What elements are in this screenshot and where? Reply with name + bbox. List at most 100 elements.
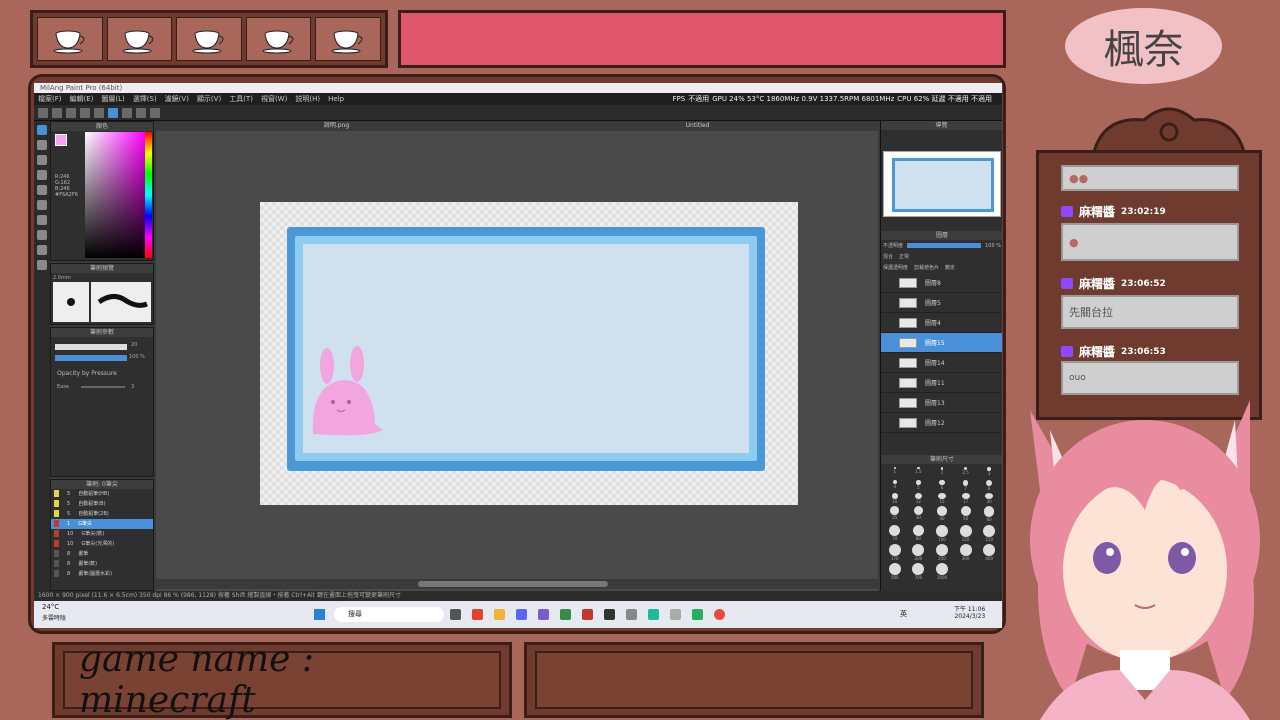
brush-size-option[interactable]: 250 xyxy=(931,544,953,561)
paint-app-icon[interactable] xyxy=(714,609,725,620)
brush-size-option[interactable]: 17 xyxy=(955,493,977,504)
brush-size-option[interactable]: 30 xyxy=(908,506,930,523)
fill-tool-icon[interactable] xyxy=(37,200,47,210)
taskbar-search[interactable]: 搜尋 xyxy=(334,607,444,622)
scroll-thumb[interactable] xyxy=(418,581,608,587)
brush-size-option[interactable]: 8 xyxy=(978,480,1000,491)
menu-item[interactable]: 編輯(E) xyxy=(70,93,94,105)
layer-row[interactable]: 圖層5 xyxy=(881,293,1002,313)
clock[interactable]: 下午 11:06 2024/3/23 xyxy=(954,604,985,620)
brush-size-option[interactable]: 2.5 xyxy=(955,467,977,478)
brush-item[interactable]: 5 自動鉛筆(HB) xyxy=(51,489,153,499)
task-view-icon[interactable] xyxy=(450,609,461,620)
brush-size-option[interactable]: 7 xyxy=(955,480,977,491)
app-icon[interactable] xyxy=(560,609,571,620)
app-icon[interactable] xyxy=(648,609,659,620)
hand-tool-icon[interactable] xyxy=(37,245,47,255)
terminal-icon[interactable] xyxy=(604,609,615,620)
navigator-preview[interactable] xyxy=(883,151,1001,217)
app-icon[interactable] xyxy=(626,609,637,620)
pen-tool-icon[interactable] xyxy=(37,125,47,135)
brush-size-option[interactable]: 70 xyxy=(884,525,906,542)
brush-size-option[interactable]: 20 xyxy=(978,493,1000,504)
discord-icon[interactable] xyxy=(516,609,527,620)
move-tool-icon[interactable] xyxy=(37,185,47,195)
brush-size-option[interactable]: 15 xyxy=(931,493,953,504)
brush-size-option[interactable]: 500 xyxy=(884,563,906,580)
folder-icon[interactable] xyxy=(494,609,505,620)
brush-size-option[interactable]: 200 xyxy=(908,544,930,561)
tab-untitled[interactable]: Untitled xyxy=(517,121,878,131)
brush-size-option[interactable]: 100 xyxy=(931,525,953,542)
gradient-tool-icon[interactable] xyxy=(37,215,47,225)
size-slider[interactable] xyxy=(55,344,127,350)
brush-size-option[interactable]: 300 xyxy=(955,544,977,561)
brush-item[interactable]: 8 畫筆(圖層水彩) xyxy=(51,569,153,579)
layer-row[interactable]: 圖層14 xyxy=(881,353,1002,373)
lock-checkbox[interactable]: 鎖定 xyxy=(945,264,955,271)
menu-item[interactable]: Help xyxy=(328,93,344,105)
brush-item[interactable]: 5 自動鉛筆(2B) xyxy=(51,509,153,519)
menu-item[interactable]: 視窗(W) xyxy=(261,93,287,105)
menu-item[interactable]: 選擇(S) xyxy=(133,93,157,105)
horizontal-scrollbar[interactable] xyxy=(156,579,878,589)
brush-size-option[interactable]: 3 xyxy=(978,467,1000,478)
protect-alpha-checkbox[interactable]: 保護透明度 xyxy=(883,264,908,271)
menu-item[interactable]: 顯示(V) xyxy=(197,93,221,105)
clipping-checkbox[interactable]: 剪裁遮色片 xyxy=(914,264,939,271)
layer-row[interactable]: 圖層4 xyxy=(881,313,1002,333)
primary-color-swatch[interactable] xyxy=(55,134,67,146)
app-icon[interactable] xyxy=(670,609,681,620)
redo-icon[interactable] xyxy=(94,107,104,118)
brush-size-option[interactable]: 2 xyxy=(931,467,953,478)
select-tool-icon[interactable] xyxy=(108,107,118,118)
brush-item[interactable]: 1 G筆尖 xyxy=(51,519,153,529)
layer-opacity-slider[interactable] xyxy=(907,243,982,248)
canvas-area[interactable]: 說明.png Untitled xyxy=(156,121,878,591)
canvas-paper[interactable] xyxy=(260,202,798,505)
menu-item[interactable]: 檔案(F) xyxy=(38,93,62,105)
start-icon[interactable] xyxy=(314,609,325,620)
blend-select[interactable]: 正常 xyxy=(899,253,909,260)
menu-item[interactable]: 説明(H) xyxy=(295,93,320,105)
layer-row[interactable]: 圖層12 xyxy=(881,413,1002,433)
brush-size-option[interactable]: 1.5 xyxy=(908,467,930,478)
settings-icon[interactable] xyxy=(150,107,160,118)
brush-size-option[interactable]: 40 xyxy=(931,506,953,523)
layer-row[interactable]: 圖層13 xyxy=(881,393,1002,413)
layer-row[interactable]: 圖層15 xyxy=(881,333,1002,353)
brush-size-option[interactable]: 80 xyxy=(908,525,930,542)
brush-size-option[interactable]: 50 xyxy=(955,506,977,523)
menu-item[interactable]: 工具(T) xyxy=(229,93,253,105)
vs-icon[interactable] xyxy=(538,609,549,620)
brush-size-option[interactable]: 170 xyxy=(884,544,906,561)
layer-row[interactable]: 圖層11 xyxy=(881,373,1002,393)
brush-size-option[interactable]: 10 xyxy=(884,493,906,504)
eyedropper-tool-icon[interactable] xyxy=(37,260,47,270)
tab-document[interactable]: 說明.png xyxy=(156,121,517,131)
brush-item[interactable]: 5 自動鉛筆(B) xyxy=(51,499,153,509)
opacity-slider[interactable] xyxy=(55,355,127,361)
ime-indicator[interactable]: 英 xyxy=(900,609,907,619)
brush-size-option[interactable]: 6 xyxy=(931,480,953,491)
eraser-tool-icon[interactable] xyxy=(37,140,47,150)
brush-size-option[interactable]: 5 xyxy=(908,480,930,491)
layer-row[interactable]: 圖層8 xyxy=(881,273,1002,293)
brush-size-option[interactable]: 60 xyxy=(978,506,1000,523)
browser-icon[interactable] xyxy=(472,609,483,620)
brush-size-option[interactable]: 12 xyxy=(908,493,930,504)
brush-item[interactable]: 8 畫筆 xyxy=(51,549,153,559)
ease-slider[interactable] xyxy=(81,386,125,388)
brush-size-option[interactable]: 1 xyxy=(884,467,906,478)
menu-item[interactable]: 圖層(L) xyxy=(101,93,124,105)
brush-size-option[interactable]: 4 xyxy=(884,480,906,491)
brush-size-option[interactable]: 1000 xyxy=(931,563,953,580)
text-tool-icon[interactable] xyxy=(37,230,47,240)
open-file-icon[interactable] xyxy=(52,107,62,118)
new-file-icon[interactable] xyxy=(38,107,48,118)
brush-item[interactable]: 8 畫筆(軟) xyxy=(51,559,153,569)
undo-icon[interactable] xyxy=(80,107,90,118)
brush-size-option[interactable]: 25 xyxy=(884,506,906,523)
brush-item[interactable]: 10 G筆尖(光澤的) xyxy=(51,539,153,549)
menu-item[interactable]: 濾鏡(V) xyxy=(165,93,189,105)
